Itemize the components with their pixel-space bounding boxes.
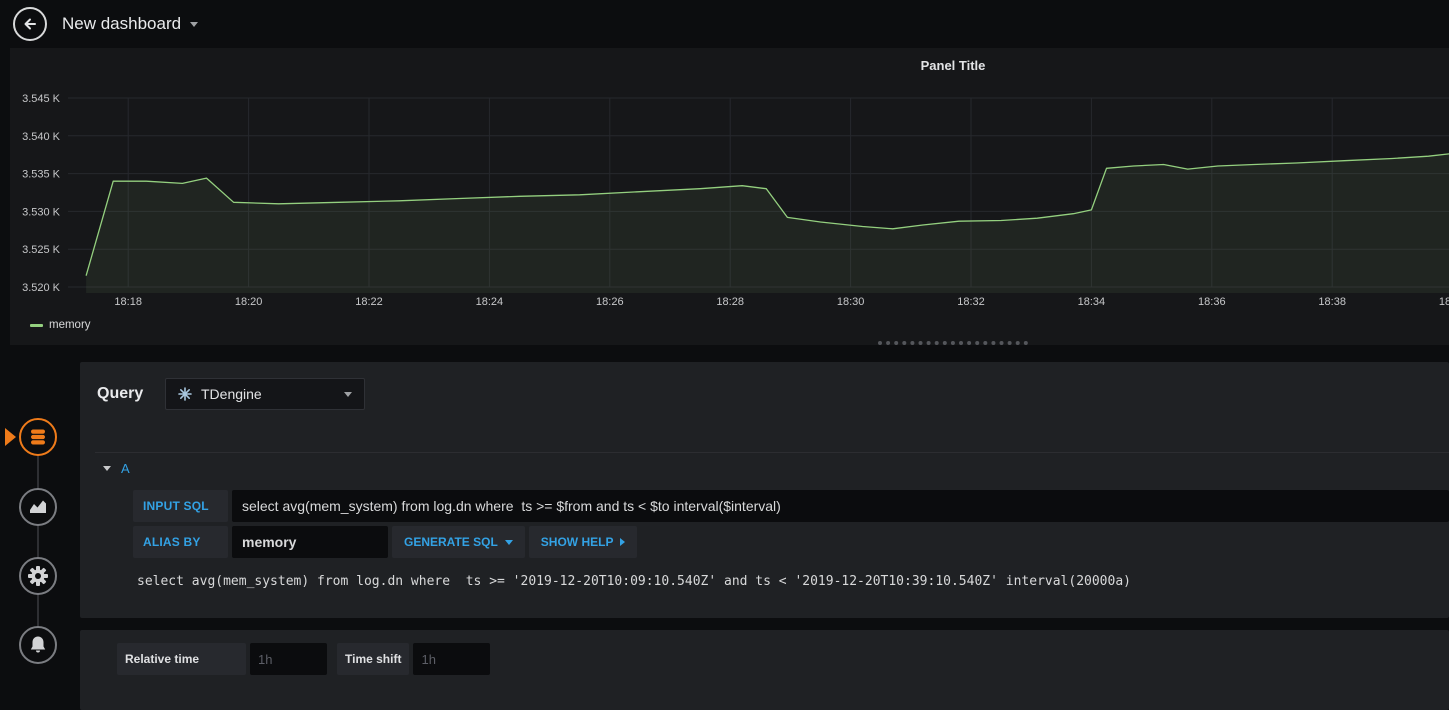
svg-text:18:18: 18:18 xyxy=(114,296,142,308)
gear-icon xyxy=(28,566,48,586)
svg-text:3.545 K: 3.545 K xyxy=(22,93,61,105)
svg-text:18:26: 18:26 xyxy=(596,296,624,308)
legend-color-swatch[interactable] xyxy=(30,323,43,327)
svg-text:18:30: 18:30 xyxy=(837,296,865,308)
time-shift-input[interactable] xyxy=(413,643,491,675)
chart-icon xyxy=(30,500,46,513)
svg-text:18:38: 18:38 xyxy=(1318,296,1346,308)
tab-connector-line xyxy=(37,437,39,645)
input-sql-row: INPUT SQL xyxy=(133,490,1449,522)
svg-text:18:28: 18:28 xyxy=(716,296,744,308)
show-help-button[interactable]: SHOW HELP xyxy=(528,526,638,558)
svg-text:18:36: 18:36 xyxy=(1198,296,1226,308)
query-section: Query TDengine A INPUT SQL ALIAS BY GENE… xyxy=(80,362,1449,618)
tab-visualization[interactable] xyxy=(19,488,57,526)
svg-text:3.540 K: 3.540 K xyxy=(22,131,61,143)
panel-editor-tabs xyxy=(0,362,80,695)
svg-text:3.525 K: 3.525 K xyxy=(22,244,61,256)
collapse-caret-icon xyxy=(103,466,111,471)
legend-label[interactable]: memory xyxy=(49,319,91,331)
relative-time-group: Relative time xyxy=(117,643,327,675)
query-ref-id: A xyxy=(121,461,130,476)
top-navbar: New dashboard xyxy=(0,0,1449,48)
time-shift-group: Time shift xyxy=(337,643,491,675)
query-row-header[interactable]: A xyxy=(95,452,1449,484)
generate-sql-label: GENERATE SQL xyxy=(404,535,498,549)
datasource-name: TDengine xyxy=(201,386,262,402)
tab-queries[interactable] xyxy=(19,418,57,456)
alias-by-field[interactable] xyxy=(232,526,388,558)
dashboard-title[interactable]: New dashboard xyxy=(62,0,199,48)
panel-legend: memory xyxy=(30,319,91,331)
time-options-row: Relative time Time shift xyxy=(117,643,491,675)
svg-text:18:24: 18:24 xyxy=(476,296,504,308)
dashboard-title-text: New dashboard xyxy=(62,14,182,33)
scrollbar-handle[interactable] xyxy=(878,341,1028,345)
chevron-down-icon xyxy=(190,21,199,27)
generated-sql-preview: select avg(mem_system) from log.dn where… xyxy=(137,574,1131,589)
chevron-down-icon xyxy=(504,539,513,545)
svg-text:18:22: 18:22 xyxy=(355,296,383,308)
svg-text:18:20: 18:20 xyxy=(235,296,263,308)
chevron-right-icon xyxy=(620,538,626,546)
alias-by-row: ALIAS BY GENERATE SQL SHOW HELP xyxy=(133,526,638,558)
svg-text:18:32: 18:32 xyxy=(957,296,985,308)
generate-sql-button[interactable]: GENERATE SQL xyxy=(392,526,525,558)
time-shift-label: Time shift xyxy=(337,643,410,675)
tdengine-logo-icon xyxy=(178,387,192,401)
time-options-section: Relative time Time shift xyxy=(80,630,1449,710)
relative-time-input[interactable] xyxy=(250,643,327,675)
query-section-title: Query xyxy=(97,385,144,402)
svg-text:3.520 K: 3.520 K xyxy=(22,282,61,294)
arrow-left-icon xyxy=(24,18,36,30)
graph-panel: Panel Title 3.545 K 3.540 K 3.535 K 3.530 K… xyxy=(10,48,1449,345)
datasource-picker[interactable]: TDengine xyxy=(165,378,365,410)
input-sql-label: INPUT SQL xyxy=(133,490,228,522)
tab-alert[interactable] xyxy=(19,626,57,664)
database-icon xyxy=(31,429,45,445)
alias-by-label: ALIAS BY xyxy=(133,526,228,558)
svg-text:3.535 K: 3.535 K xyxy=(22,169,61,181)
relative-time-label: Relative time xyxy=(117,643,246,675)
time-series-chart[interactable]: 3.545 K 3.540 K 3.535 K 3.530 K 3.525 K 3.520… xyxy=(10,48,1449,345)
bell-icon xyxy=(30,636,46,653)
show-help-label: SHOW HELP xyxy=(540,535,614,549)
svg-text:18:40: 18:40 xyxy=(1439,296,1449,308)
svg-text:3.530 K: 3.530 K xyxy=(22,206,61,218)
chevron-down-icon xyxy=(344,391,352,397)
svg-text:18:34: 18:34 xyxy=(1078,296,1106,308)
back-button[interactable] xyxy=(13,7,47,41)
tab-general[interactable] xyxy=(19,557,57,595)
input-sql-field[interactable] xyxy=(232,490,1449,522)
active-tab-arrow-icon xyxy=(5,428,16,446)
